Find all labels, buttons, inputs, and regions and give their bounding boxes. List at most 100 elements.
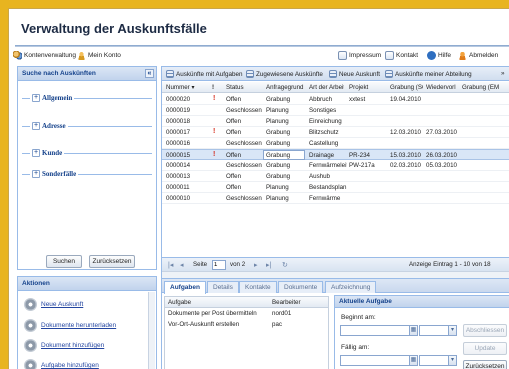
cell-art: Bestandsplan [309, 184, 347, 191]
col-anfragegrund[interactable]: Anfragegrund [266, 84, 304, 91]
action-dokumente-herunterladen[interactable]: Dokumente herunterladen [24, 319, 116, 332]
search-panel: Suche nach Auskünften « + Allgemein + Ad… [17, 66, 157, 270]
faellig-date-input[interactable] [340, 355, 410, 366]
beginnt-date-input[interactable] [340, 325, 410, 336]
action-label: Dokumente herunterladen [41, 322, 117, 329]
table-row[interactable]: 0000010 Geschlossen Planung Fernwärme [162, 193, 509, 204]
last-page-icon[interactable]: ▸| [266, 261, 271, 269]
new-case-toolbar-button[interactable]: Neue Auskunft [329, 70, 380, 78]
col-grabung-em[interactable]: Grabung (EM [462, 84, 508, 91]
cell-art: Abbruch [309, 96, 333, 103]
filter-mit-aufgaben-button[interactable]: Auskünfte mit Aufgaben [166, 70, 243, 78]
tab-details[interactable]: Details [207, 281, 239, 293]
toolbar-overflow-button[interactable]: » [501, 70, 505, 77]
cell-grund: Grabung [266, 152, 291, 159]
actions-panel: Aktionen Neue Auskunft Dokumente herunte… [17, 276, 157, 369]
tasks-grid-header: Aufgabe Bearbeiter [165, 297, 328, 308]
cell-status: Offen [226, 129, 242, 136]
refresh-icon[interactable]: ↻ [282, 261, 288, 269]
detail-tabs: Aufgaben Details Kontakte Dokumente Aufz… [162, 279, 509, 294]
kontenverwaltung-link[interactable]: Kontenverwaltung [13, 51, 76, 60]
abmelden-link[interactable]: Abmelden [458, 51, 498, 60]
tab-aufzeichnung[interactable]: Aufzeichnung [325, 281, 377, 293]
cell-art: Drainage [309, 152, 335, 159]
col-status[interactable]: Status [226, 84, 256, 91]
tab-kontakte[interactable]: Kontakte [239, 281, 277, 293]
col-wiedervorl[interactable]: Wiedervorl [426, 84, 458, 91]
cell-wiedervorl: 27.03.2010 [426, 129, 457, 136]
grid-icon [246, 70, 254, 78]
calendar-icon[interactable]: ▦ [409, 355, 418, 366]
mein-konto-label: Mein Konto [88, 52, 121, 59]
col-art[interactable]: Art der Arbeit [309, 84, 344, 91]
tab-dokumente[interactable]: Dokumente [278, 281, 324, 293]
table-row[interactable]: 0000019 Geschlossen Planung Sonstiges [162, 105, 509, 116]
section-kunde[interactable]: + Kunde [22, 148, 152, 158]
next-page-icon[interactable]: ▸ [254, 261, 258, 269]
table-row[interactable]: 0000020 ! Offen Grabung Abbruch xxtest 1… [162, 94, 509, 105]
gear-icon [24, 298, 37, 311]
chevron-down-icon[interactable]: ▾ [448, 325, 457, 336]
beginnt-time-input[interactable] [419, 325, 449, 336]
expand-icon[interactable]: + [32, 122, 40, 130]
chevron-down-icon[interactable]: ▾ [448, 355, 457, 366]
col-flag[interactable]: ! [212, 84, 218, 91]
grid-icon [385, 70, 393, 78]
cell-projekt: PW-217a [349, 162, 375, 169]
gear-icon [24, 359, 37, 369]
first-page-icon[interactable]: |◂ [168, 261, 173, 269]
cell-grund: Planung [266, 184, 289, 191]
filter-abteilung-button[interactable]: Auskünfte meiner Abteilung [385, 70, 472, 78]
table-row-selected[interactable]: 0000015 ! Offen Grabung Drainage PR-234 … [162, 149, 509, 160]
col-nummer[interactable]: Nummer ▾ [166, 84, 206, 91]
section-allgemein[interactable]: + Allgemein [22, 93, 152, 103]
table-row[interactable]: 0000016 Geschlossen Grabung Castellung [162, 138, 509, 149]
actions-scrollbar[interactable] [148, 292, 155, 369]
abschliessen-button[interactable]: Abschliessen [463, 324, 507, 337]
cell-status: Offen [226, 184, 242, 191]
table-row[interactable]: 0000018 Offen Planung Einreichung [162, 116, 509, 127]
table-row[interactable]: 0000013 Offen Grabung Aushub [162, 171, 509, 182]
calendar-icon[interactable]: ▦ [409, 325, 418, 336]
faellig-time-input[interactable] [419, 355, 449, 366]
cell-nummer: 0000010 [166, 195, 191, 202]
task-aufgabe[interactable]: Dokumente per Post übermitteln [168, 310, 257, 317]
action-neue-auskunft[interactable]: Neue Auskunft [24, 298, 83, 311]
prev-page-icon[interactable]: ◂ [180, 261, 184, 269]
hilfe-link[interactable]: Hilfe [427, 51, 451, 60]
mein-konto-link[interactable]: Mein Konto [77, 51, 121, 60]
cell-status: Geschlossen [226, 107, 262, 114]
col-bearbeiter[interactable]: Bearbeiter [272, 299, 301, 306]
update-button[interactable]: Update [463, 342, 507, 355]
table-row[interactable]: 0000011 Offen Planung Bestandsplan [162, 182, 509, 193]
table-row[interactable]: 0000014 Geschlossen Grabung Fernwärmelei… [162, 160, 509, 171]
kontakt-link[interactable]: Kontakt [385, 51, 418, 60]
collapse-icon[interactable]: « [145, 69, 154, 78]
tab-aufgaben[interactable]: Aufgaben [164, 281, 206, 294]
impressum-link[interactable]: Impressum [338, 51, 381, 60]
table-row[interactable]: 0000017 ! Offen Grabung Blitzschutz 12.0… [162, 127, 509, 138]
expand-icon[interactable]: + [32, 149, 40, 157]
col-grabung-so[interactable]: Grabung (SO [390, 84, 423, 91]
cell-grabung-so: 15.03.2010 [390, 152, 421, 159]
pagination-bar: |◂ ◂ Seite von 2 ▸ ▸| ↻ Anzeige Eintrag … [162, 257, 509, 271]
section-sonderfaelle[interactable]: + Sonderfälle [22, 169, 152, 179]
cell-grabung-so: 19.04.2010 [390, 96, 421, 103]
filter-zugewiesene-button[interactable]: Zugewiesene Auskünfte [246, 70, 323, 78]
col-aufgabe[interactable]: Aufgabe [168, 299, 191, 306]
action-aufgabe-hinzufuegen[interactable]: Aufgabe hinzufügen [24, 359, 99, 369]
col-projekt[interactable]: Projekt [349, 84, 379, 91]
reset-task-button[interactable]: Zurücksetzen [463, 360, 507, 369]
page-number-input[interactable] [212, 260, 226, 270]
section-adresse[interactable]: + Adresse [22, 121, 152, 131]
expand-icon[interactable]: + [32, 170, 40, 178]
expand-icon[interactable]: + [32, 94, 40, 102]
reset-search-button[interactable]: Zurücksetzen [89, 255, 135, 268]
cell-status: Offen [226, 118, 242, 125]
impressum-label: Impressum [349, 52, 382, 59]
action-dokument-hinzufuegen[interactable]: Dokument hinzufügen [24, 339, 104, 352]
detail-panel: Aufgaben Details Kontakte Dokumente Aufz… [161, 278, 509, 369]
search-button[interactable]: Suchen [46, 255, 82, 268]
task-aufgabe[interactable]: Vor-Ort-Auskunft erstellen [168, 321, 239, 328]
kontakt-label: Kontakt [396, 52, 419, 59]
